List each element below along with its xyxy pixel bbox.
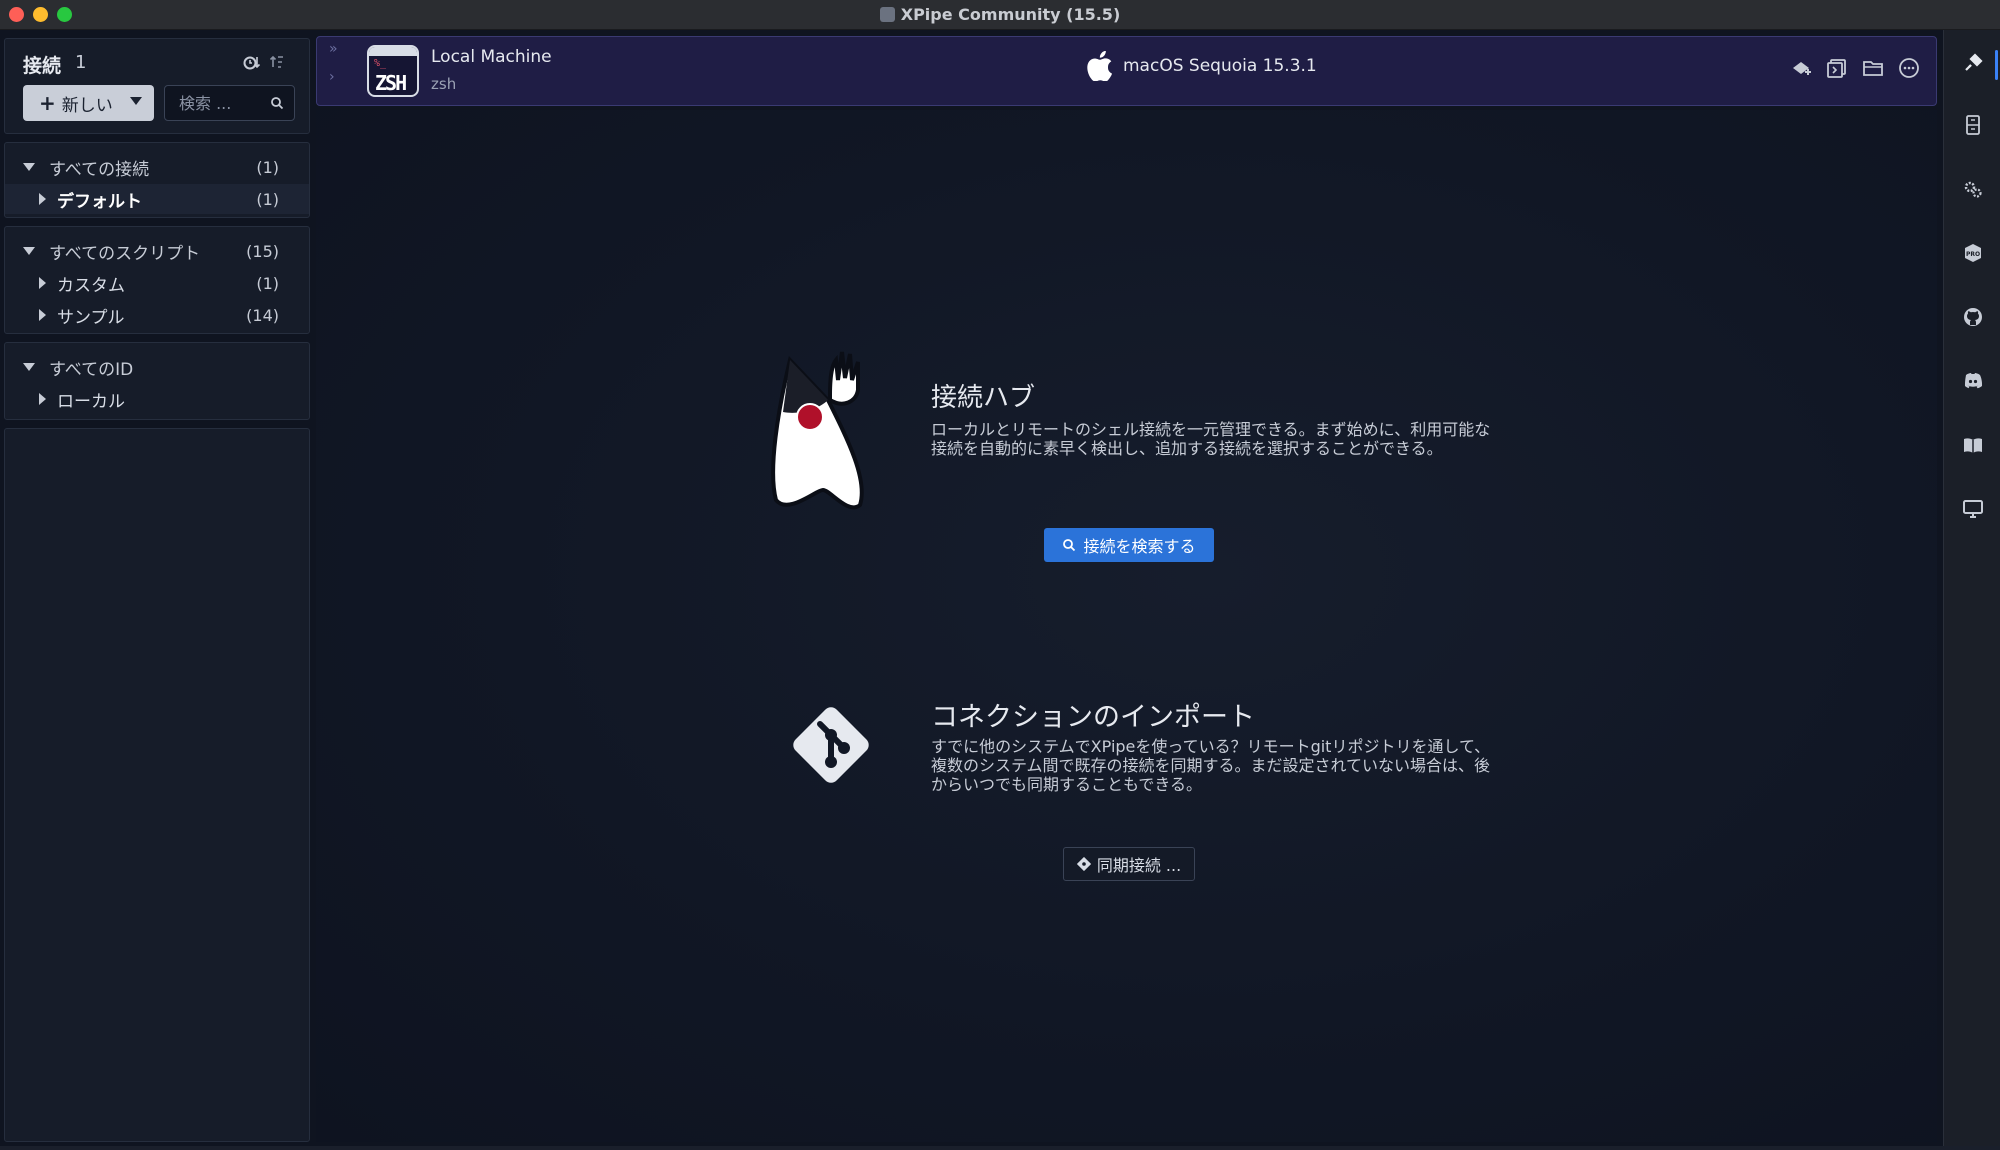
- new-button-label: 新しい: [61, 95, 113, 116]
- search-connections-label: 接続を検索する: [1083, 537, 1196, 556]
- tree-label: すべてのスクリプト: [49, 243, 201, 264]
- tree-item-samples[interactable]: サンプル (14): [5, 300, 309, 330]
- tree-root-all-ids[interactable]: すべてのID: [5, 352, 309, 382]
- open-terminal-icon[interactable]: [1826, 57, 1848, 79]
- identities-tree-panel: すべてのID ローカル: [4, 342, 310, 420]
- more-options-icon[interactable]: [1898, 57, 1920, 79]
- tree-count: (1): [256, 189, 279, 209]
- search-connections-button[interactable]: 接続を検索する: [1044, 528, 1214, 562]
- sort-alphabetical-icon[interactable]: [269, 53, 287, 71]
- close-window-button[interactable]: [9, 7, 24, 22]
- sort-by-recent-icon[interactable]: [243, 53, 261, 71]
- tree-label: カスタム: [57, 275, 125, 296]
- expand-triangle-icon: [23, 363, 35, 371]
- window-controls: [9, 7, 72, 22]
- collapse-triangle-icon: [39, 277, 46, 289]
- bottom-edge: [0, 1146, 2000, 1150]
- tree-label: すべての接続: [49, 159, 150, 180]
- connection-bar[interactable]: » › %_ ZSH Local Machine zsh macOS Sequo…: [316, 36, 1937, 106]
- git-logo-icon: [793, 707, 869, 783]
- tree-count: (14): [246, 305, 279, 325]
- docs-icon[interactable]: [1962, 434, 1984, 456]
- collapse-triangle-icon: [39, 393, 46, 405]
- connections-icon[interactable]: [1962, 52, 1984, 74]
- connections-count: 1: [75, 52, 87, 73]
- tree-label: すべてのID: [49, 359, 134, 380]
- collapse-triangle-icon: [39, 309, 46, 321]
- tree-count: (1): [256, 157, 279, 177]
- search-icon: [271, 97, 284, 110]
- os-name: macOS Sequoia 15.3.1: [1123, 56, 1317, 76]
- connection-actions: [1790, 57, 1920, 79]
- github-icon[interactable]: [1962, 306, 1984, 328]
- plus-icon: +: [39, 91, 56, 115]
- connections-header-panel: 接続 1 + 新しい: [4, 38, 310, 134]
- os-info: macOS Sequoia 15.3.1: [1087, 51, 1317, 81]
- window-title-group: XPipe Community (15.5): [879, 5, 1121, 24]
- double-chevron-icon[interactable]: »: [329, 41, 338, 57]
- tree-root-all-connections[interactable]: すべての接続 (1): [5, 152, 309, 182]
- connections-tree-panel: すべての接続 (1) デフォルト (1): [4, 142, 310, 218]
- sync-connections-button[interactable]: 同期接続 ...: [1063, 847, 1195, 881]
- tree-count: (15): [246, 241, 279, 261]
- folder-icon[interactable]: [1862, 57, 1884, 79]
- svg-text:PRO: PRO: [1966, 251, 1980, 258]
- search-field[interactable]: [164, 85, 295, 121]
- rail-active-indicator: [1995, 50, 1998, 80]
- expand-triangle-icon: [23, 247, 35, 255]
- expand-triangle-icon: [23, 163, 35, 171]
- window-title: XPipe Community (15.5): [900, 5, 1121, 24]
- chevron-right-icon[interactable]: ›: [329, 69, 335, 85]
- discord-icon[interactable]: [1962, 370, 1984, 392]
- app-icon: [879, 7, 895, 22]
- hub-title: 接続ハブ: [931, 383, 1036, 413]
- tree-label: ローカル: [57, 391, 125, 412]
- title-bar: XPipe Community (15.5): [0, 0, 2000, 30]
- search-input[interactable]: [179, 93, 269, 113]
- right-icon-rail: PRO: [1943, 30, 2000, 1150]
- zsh-icon: %_ ZSH: [367, 45, 419, 97]
- search-icon: [1063, 539, 1076, 552]
- browser-icon[interactable]: [1962, 114, 1984, 136]
- import-description: すでに他のシステムでXPipeを使っている？リモートgitリポジトリを通して、複…: [931, 737, 1491, 794]
- git-icon: [1076, 857, 1091, 871]
- tree-item-custom[interactable]: カスタム (1): [5, 268, 309, 298]
- tree-count: (1): [256, 273, 279, 293]
- scripts-tree-panel: すべてのスクリプト (15) カスタム (1) サンプル (14): [4, 226, 310, 334]
- new-connection-button[interactable]: + 新しい: [23, 85, 154, 121]
- tree-item-default[interactable]: デフォルト (1): [5, 184, 309, 214]
- collapse-triangle-icon: [39, 193, 46, 205]
- tree-label: サンプル: [57, 307, 125, 328]
- add-layer-icon[interactable]: [1790, 57, 1812, 79]
- tree-root-all-scripts[interactable]: すべてのスクリプト (15): [5, 236, 309, 266]
- machine-name: Local Machine: [431, 47, 552, 67]
- tree-item-local[interactable]: ローカル: [5, 384, 309, 414]
- minimize-window-button[interactable]: [33, 7, 48, 22]
- connections-title: 接続: [23, 55, 62, 77]
- tree-label: デフォルト: [57, 191, 142, 212]
- sidebar-empty-panel: [4, 428, 310, 1142]
- duke-mascot-icon: [771, 351, 864, 510]
- sidebar: 接続 1 + 新しい すべての接続 (1) デフォルト (1): [4, 38, 310, 1142]
- hub-description: ローカルとリモートのシェル接続を一元管理できる。まず始めに、利用可能な接続を自動…: [931, 420, 1491, 458]
- desktop-icon[interactable]: [1962, 498, 1984, 520]
- apple-icon: [1087, 51, 1112, 81]
- main-content: 接続ハブ ローカルとリモートのシェル接続を一元管理できる。まず始めに、利用可能な…: [316, 110, 1937, 1142]
- machine-shell: zsh: [431, 75, 457, 93]
- pro-icon[interactable]: PRO: [1962, 242, 1984, 264]
- settings-icon[interactable]: [1962, 178, 1984, 200]
- sync-connections-label: 同期接続 ...: [1096, 856, 1182, 875]
- chevron-down-icon: [130, 97, 142, 105]
- maximize-window-button[interactable]: [57, 7, 72, 22]
- import-title: コネクションのインポート: [931, 702, 1255, 733]
